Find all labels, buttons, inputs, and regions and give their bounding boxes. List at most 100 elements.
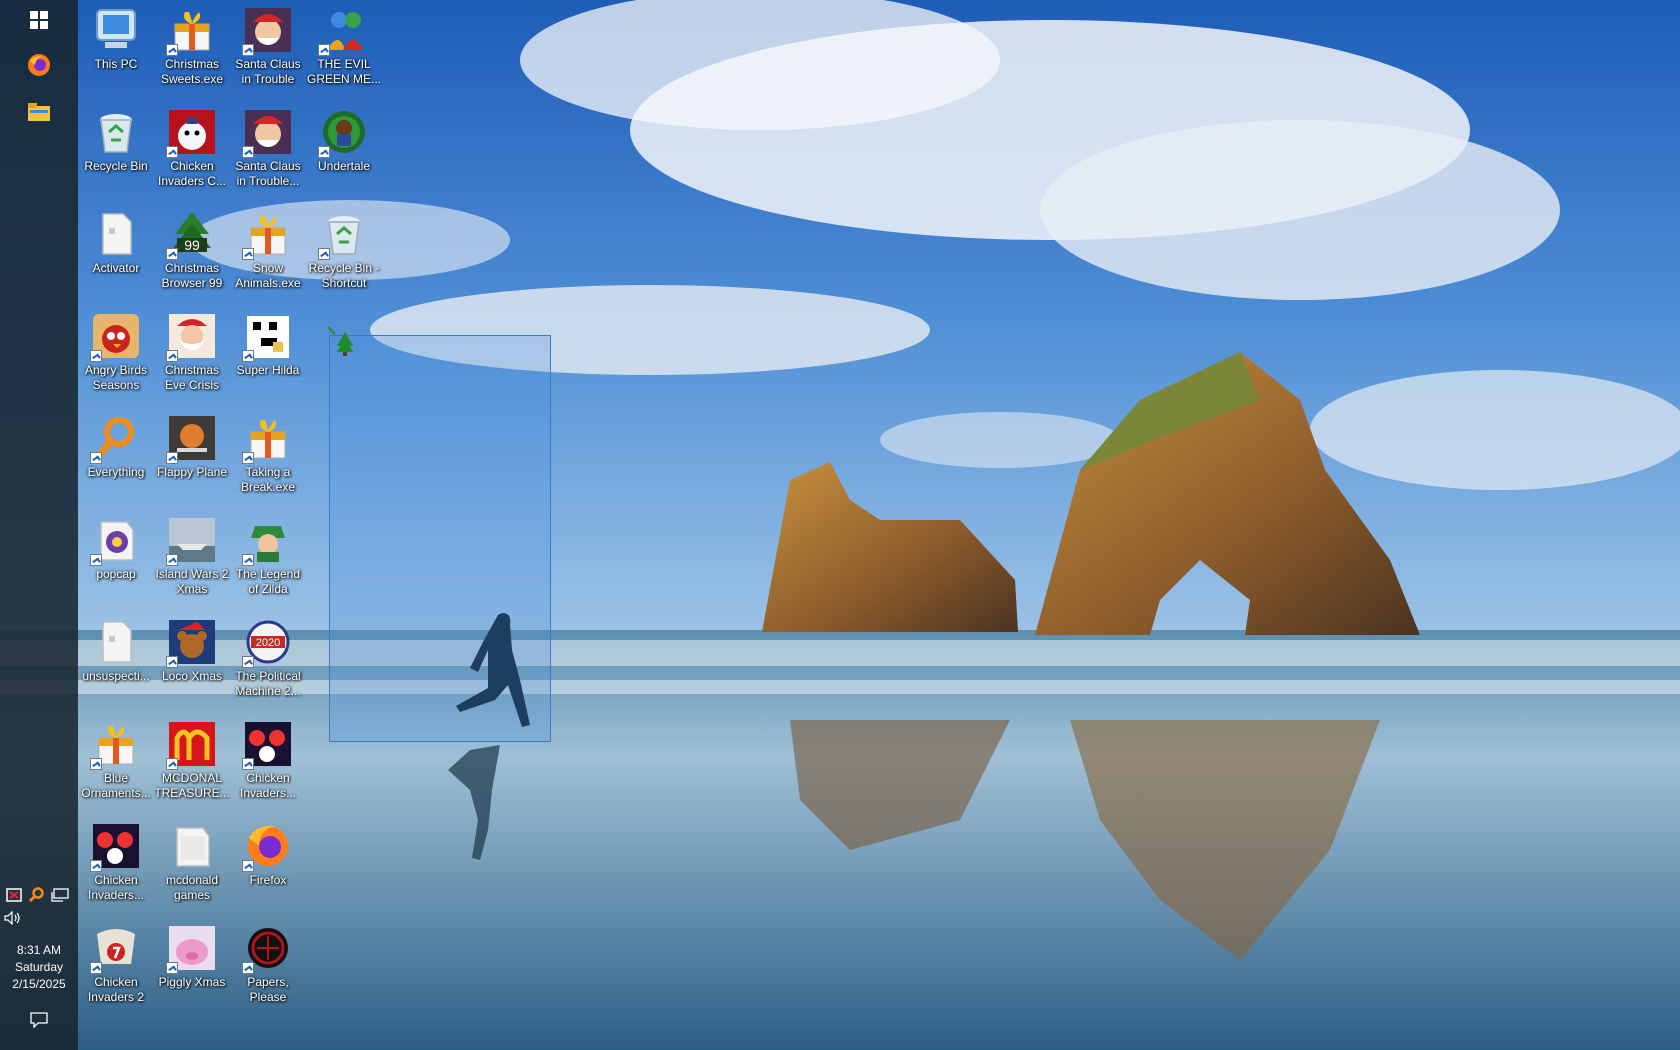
desktop-icon[interactable]: Blue Ornaments... bbox=[78, 714, 154, 814]
desktop-icon-label: Papers, Please bbox=[247, 975, 289, 1004]
desktop-icon[interactable]: Flappy Plane bbox=[154, 408, 230, 508]
pig-icon bbox=[166, 924, 217, 974]
shortcut-arrow-icon bbox=[242, 44, 254, 56]
desktop-icon[interactable]: Santa Claus in Trouble... bbox=[230, 102, 306, 202]
gift-icon bbox=[242, 414, 293, 464]
desktop-icon[interactable]: 99 Christmas Browser 99 bbox=[154, 204, 230, 304]
desktop-icon[interactable]: Snow Animals.exe bbox=[230, 204, 306, 304]
chicken-snowman-icon bbox=[166, 108, 217, 158]
mcdonalds-icon bbox=[166, 720, 217, 770]
pixel-art-icon bbox=[242, 312, 293, 362]
desktop-icon-label: MCDONAL TREASURE... bbox=[154, 771, 230, 800]
desktop-icon[interactable]: Recycle Bin bbox=[78, 102, 154, 202]
desktop-icon[interactable]: Loco Xmas bbox=[154, 612, 230, 712]
recycle-bin-icon bbox=[91, 108, 141, 156]
desktop-icon[interactable]: Super Hilda bbox=[230, 306, 306, 406]
desktop-icon[interactable]: popcap bbox=[78, 510, 154, 610]
tray-search-icon[interactable] bbox=[26, 886, 46, 904]
shortcut-arrow-icon bbox=[166, 248, 178, 260]
folder-icon bbox=[167, 822, 217, 870]
shortcut-arrow-icon bbox=[166, 452, 178, 464]
desktop-icon[interactable]: Christmas Sweets.exe bbox=[154, 0, 230, 100]
desktop-icon-label: Chicken Invaders C... bbox=[157, 159, 227, 188]
taskbar-firefox-button[interactable] bbox=[19, 47, 59, 83]
tray-network-icon[interactable] bbox=[50, 886, 70, 904]
windows-logo-icon bbox=[30, 11, 48, 29]
action-center-icon bbox=[30, 1012, 48, 1028]
tray-security-icon[interactable] bbox=[4, 886, 24, 904]
gift-icon bbox=[90, 720, 141, 770]
desktop-icon[interactable]: THE EVIL GREEN ME... bbox=[306, 0, 382, 100]
desktop-icon-label: The Political Machine 2... bbox=[235, 669, 301, 698]
desktop-icon-label: Christmas Sweets.exe bbox=[160, 57, 224, 86]
desktop-icon-label: Loco Xmas bbox=[161, 669, 223, 683]
desktop-icon-label: mcdonald games bbox=[165, 873, 219, 902]
desktop-icon-label: Recycle Bin bbox=[84, 159, 148, 173]
desktop-icon[interactable]: Angry Birds Seasons bbox=[78, 306, 154, 406]
svg-text:2020: 2020 bbox=[256, 637, 280, 649]
computer-icon bbox=[91, 6, 141, 54]
network-icon bbox=[51, 888, 69, 902]
chicken-invaders-icon bbox=[90, 822, 141, 872]
desktop-icon[interactable]: Santa Claus in Trouble bbox=[230, 0, 306, 100]
taskbar-clock[interactable]: 8:31 AM Saturday 2/15/2025 bbox=[0, 942, 78, 993]
desktop-icon[interactable]: Christmas Eve Crisis bbox=[154, 306, 230, 406]
gift-icon bbox=[242, 210, 293, 260]
shortcut-arrow-icon bbox=[166, 44, 178, 56]
desktop-icon[interactable]: mcdonald games bbox=[154, 816, 230, 916]
shortcut-arrow-icon bbox=[166, 656, 178, 668]
desktop-icon[interactable]: Undertale bbox=[306, 102, 382, 202]
firefox-icon bbox=[28, 54, 50, 76]
shortcut-arrow-icon bbox=[242, 758, 254, 770]
desktop-icon[interactable]: Chicken Invaders C... bbox=[154, 102, 230, 202]
desktop-icon-label: Piggly Xmas bbox=[158, 975, 226, 989]
desktop-icon[interactable]: Recycle Bin - Shortcut bbox=[306, 204, 382, 304]
desktop-icon[interactable]: Piggly Xmas bbox=[154, 918, 230, 1018]
shortcut-arrow-icon bbox=[242, 860, 254, 872]
desktop-icon[interactable]: Firefox bbox=[230, 816, 306, 916]
teddy-bear-icon bbox=[166, 618, 217, 668]
desktop-icon[interactable]: MCDONAL TREASURE... bbox=[154, 714, 230, 814]
desktop-icon-label: Activator bbox=[92, 261, 140, 275]
desktop-icon[interactable]: Island Wars 2 Xmas bbox=[154, 510, 230, 610]
desktop-icon[interactable]: Taking a Break.exe bbox=[230, 408, 306, 508]
shortcut-arrow-icon bbox=[242, 656, 254, 668]
desktop-icon[interactable]: The Legend of Zilda bbox=[230, 510, 306, 610]
desktop-icon[interactable]: Chicken Invaders... bbox=[230, 714, 306, 814]
start-button[interactable] bbox=[19, 2, 59, 38]
plane-icon bbox=[166, 414, 217, 464]
desktop-icon[interactable]: Activator bbox=[78, 204, 154, 304]
shortcut-arrow-icon bbox=[90, 962, 102, 974]
desktop-icon-label: This PC bbox=[94, 57, 138, 71]
folder-icon bbox=[28, 103, 50, 121]
desktop-icon-label: Taking a Break.exe bbox=[240, 465, 296, 494]
desktop-icon-label: Christmas Browser 99 bbox=[161, 261, 223, 290]
desktop-icon[interactable]: This PC bbox=[78, 0, 154, 100]
taskbar-file-explorer-button[interactable] bbox=[19, 94, 59, 130]
tray-volume-icon[interactable] bbox=[3, 909, 23, 927]
firefox-icon bbox=[242, 822, 293, 872]
file-icon bbox=[91, 618, 141, 666]
file-icon bbox=[91, 210, 141, 258]
desktop-icon[interactable]: 2020 The Political Machine 2... bbox=[230, 612, 306, 712]
volume-icon bbox=[4, 911, 20, 925]
desktop-icon-label: THE EVIL GREEN ME... bbox=[306, 57, 381, 86]
desktop-icon[interactable]: Papers, Please bbox=[230, 918, 306, 1018]
santa-game-icon bbox=[242, 108, 293, 158]
desktop-selection-rectangle bbox=[329, 335, 551, 742]
shortcut-arrow-icon bbox=[90, 758, 102, 770]
desktop-icon-label: Everything bbox=[87, 465, 145, 479]
shortcut-arrow-icon bbox=[90, 554, 102, 566]
desktop-icon-label: Super Hilda bbox=[236, 363, 300, 377]
desktop-icon[interactable]: unsuspecti... bbox=[78, 612, 154, 712]
desktop-icon[interactable]: Everything bbox=[78, 408, 154, 508]
clock-date: 2/15/2025 bbox=[12, 977, 66, 991]
desktop-icon[interactable]: Chicken Invaders 2 bbox=[78, 918, 154, 1018]
desktop-icon[interactable]: Chicken Invaders... bbox=[78, 816, 154, 916]
desktop-icon-label: Undertale bbox=[317, 159, 371, 173]
action-center-button[interactable] bbox=[19, 1002, 59, 1038]
island-wars-icon bbox=[166, 516, 217, 566]
clock-time: 8:31 AM bbox=[16, 943, 62, 957]
evil-green-icon bbox=[318, 6, 369, 56]
angry-birds-icon bbox=[90, 312, 141, 362]
